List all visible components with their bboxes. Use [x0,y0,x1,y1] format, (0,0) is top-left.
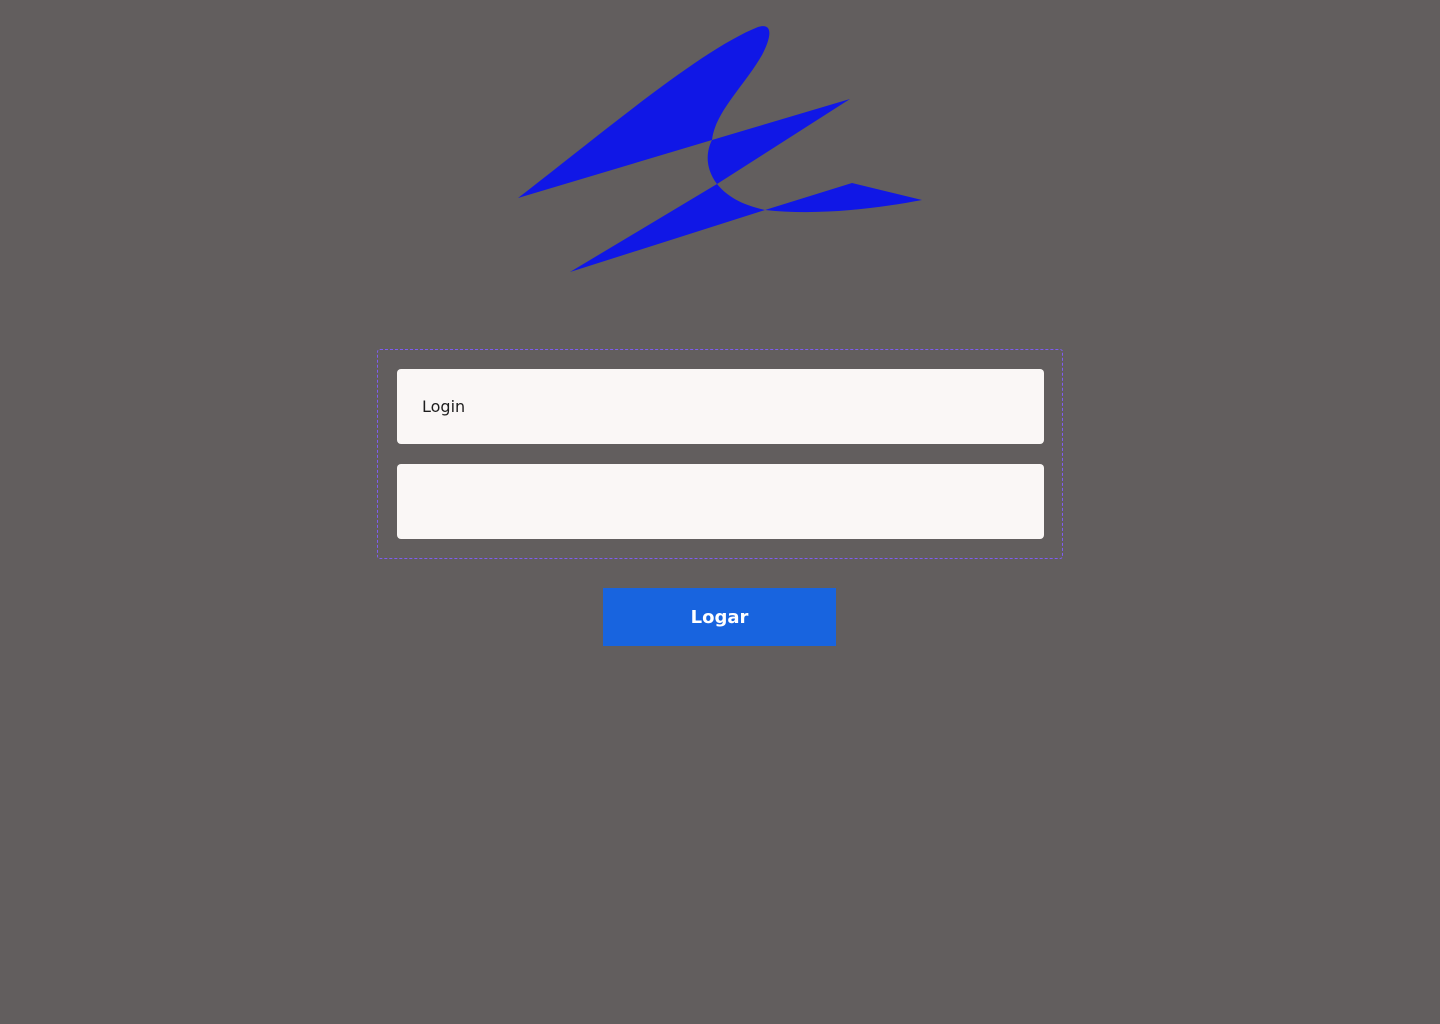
bird-logo-icon [518,26,922,272]
password-input[interactable] [397,464,1044,539]
login-input[interactable] [397,369,1044,444]
login-form [377,349,1063,559]
logar-button[interactable]: Logar [603,588,836,646]
